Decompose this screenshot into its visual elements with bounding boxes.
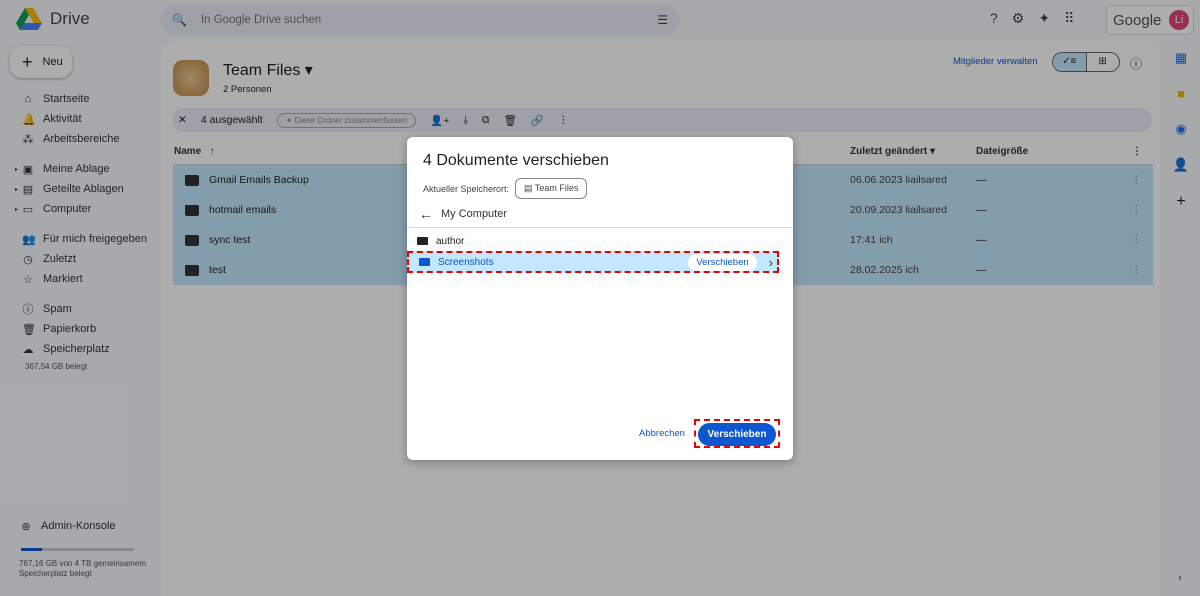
inline-move-button[interactable]: Verschieben <box>688 253 757 271</box>
current-location-chip[interactable]: ▤ Team Files <box>515 178 588 199</box>
folder-name: Screenshots <box>438 256 494 268</box>
cancel-button[interactable]: Abbrechen <box>639 428 685 439</box>
back-arrow-icon[interactable]: ← <box>419 206 433 222</box>
folder-item[interactable]: author <box>407 231 793 251</box>
confirm-move-button[interactable]: Verschieben <box>698 423 776 446</box>
chevron-right-icon[interactable]: › <box>765 255 777 270</box>
folder-name: author <box>436 235 465 247</box>
move-dialog: 4 Dokumente verschieben Aktueller Speich… <box>407 137 793 460</box>
folder-icon <box>419 258 430 266</box>
folder-icon <box>417 237 428 245</box>
folder-item-selected[interactable]: Screenshots Verschieben › <box>407 251 779 273</box>
dialog-title: 4 Dokumente verschieben <box>423 152 609 169</box>
current-folder: My Computer <box>441 208 508 220</box>
location-label: Aktueller Speicherort: <box>423 183 510 194</box>
